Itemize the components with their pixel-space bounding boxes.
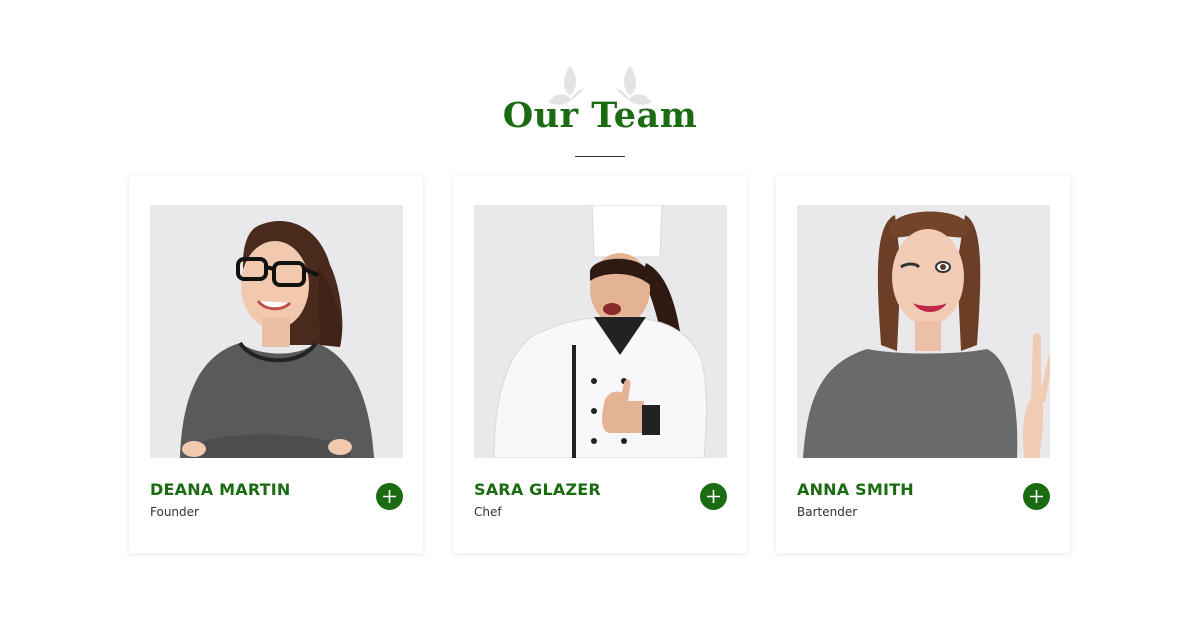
plus-icon [383,490,396,503]
member-details-button[interactable] [376,483,403,510]
member-role: Chef [474,505,502,519]
member-name: ANNA SMITH [797,480,914,499]
title-divider [575,156,625,157]
member-details-button[interactable] [700,483,727,510]
team-card: SARA GLAZER Chef [453,176,747,553]
member-name: DEANA MARTIN [150,480,291,499]
member-photo [150,205,403,458]
woman-winking-photo [797,205,1050,458]
section-title: Our Team [502,95,698,136]
woman-with-glasses-photo [150,205,403,458]
team-card: DEANA MARTIN Founder [129,176,423,553]
plus-icon [707,490,720,503]
member-photo [797,205,1050,458]
member-details-button[interactable] [1023,483,1050,510]
team-section: Our Team DEANA MARTIN Founder SARA GLAZE… [0,0,1200,625]
member-role: Bartender [797,505,858,519]
team-card: ANNA SMITH Bartender [776,176,1070,553]
member-role: Founder [150,505,199,519]
member-name: SARA GLAZER [474,480,601,499]
member-photo [474,205,727,458]
plus-icon [1030,490,1043,503]
chef-thumbs-up-photo [474,205,727,458]
